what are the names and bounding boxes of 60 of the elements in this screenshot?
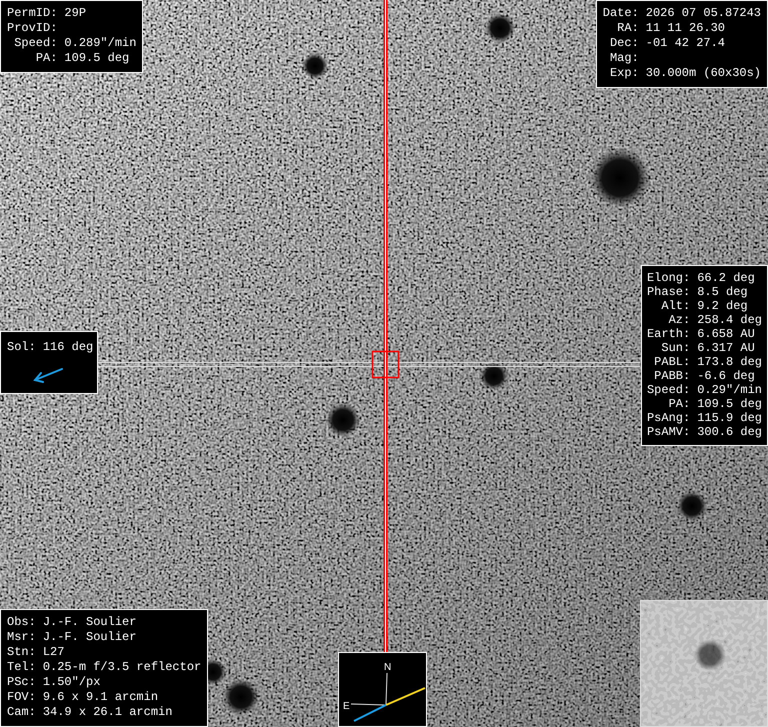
field-label: FOV: <box>7 690 36 705</box>
field-label: Speed: <box>13 36 58 51</box>
field-label: Sun: <box>660 341 690 355</box>
field-value: -01 42 27.4 <box>646 36 726 51</box>
east-label: E <box>343 701 350 712</box>
field-value: J.-F. Soulier <box>42 630 138 645</box>
field-label: PSc: <box>7 675 36 690</box>
field-label: Alt: <box>660 299 690 313</box>
field-label: Mag: <box>608 51 639 66</box>
field-label: Stn: <box>7 645 36 660</box>
field-label: PABL: <box>653 355 690 369</box>
field-label: PsAMV: <box>646 425 690 439</box>
field-label: Phase: <box>646 285 690 299</box>
field-value: 30.000m (60x30s) <box>646 66 761 81</box>
field-value: 173.8 deg <box>697 355 762 369</box>
field-value: 300.6 deg <box>697 425 762 439</box>
field-value: 8.5 deg <box>697 285 749 299</box>
field-label: Exp: <box>608 66 639 81</box>
field-label: Tel: <box>7 660 36 675</box>
target-marker <box>372 350 400 378</box>
north-label: N <box>384 662 392 673</box>
field-value: 116 deg <box>42 340 94 355</box>
field-label: Date: <box>602 6 639 21</box>
field-label: Speed: <box>646 383 690 397</box>
field-value: 2026 07 05.87243 <box>646 6 761 21</box>
field-value: 6.317 AU <box>697 341 756 355</box>
field-value: 34.9 x 26.1 arcmin <box>42 705 174 720</box>
field-value: 0.25-m f/3.5 reflector <box>42 660 202 675</box>
field-value: 109.5 deg <box>64 51 130 66</box>
field-label: Obs: <box>7 615 36 630</box>
sun-direction-arrow-icon <box>32 367 64 383</box>
field-label: PA: <box>34 51 58 66</box>
field-label: PsAng: <box>646 411 690 425</box>
field-label: Dec: <box>608 36 639 51</box>
field-label: Earth: <box>646 327 690 341</box>
field-value: 6.658 AU <box>697 327 756 341</box>
field-label: Az: <box>668 313 690 327</box>
field-value: 11 11 26.30 <box>646 21 726 36</box>
field-value: 0.29"/min <box>697 383 762 397</box>
field-value: 1.50"/px <box>42 675 102 690</box>
field-label: Cam: <box>7 705 36 720</box>
field-value: 9.6 x 9.1 arcmin <box>42 690 160 705</box>
field-label: Sol: <box>7 340 36 355</box>
field-label: ProvID: <box>7 21 58 36</box>
field-value: J.-F. Soulier <box>42 615 138 630</box>
field-value: 29P <box>64 6 88 21</box>
field-label: Msr: <box>7 630 36 645</box>
field-label: RA: <box>616 21 639 36</box>
field-label: PermID: <box>7 6 58 21</box>
field-value: 0.289"/min <box>64 36 136 51</box>
field-value: 66.2 deg <box>697 271 756 285</box>
field-value: 115.9 deg <box>697 411 762 425</box>
field-value: L27 <box>42 645 66 660</box>
field-label: Elong: <box>646 271 690 285</box>
field-label: PABB: <box>653 369 690 383</box>
field-value: 109.5 deg <box>697 397 762 411</box>
field-value: -6.6 deg <box>697 369 756 383</box>
field-label: PA: <box>668 397 690 411</box>
field-value: 258.4 deg <box>697 313 762 327</box>
field-value: 9.2 deg <box>697 299 749 313</box>
